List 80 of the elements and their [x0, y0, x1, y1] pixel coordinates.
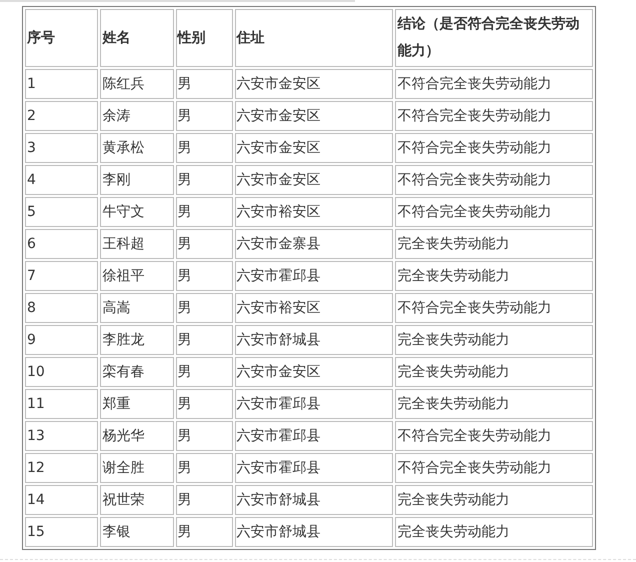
table-cell: 不符合完全丧失劳动能力 — [395, 197, 593, 227]
table-cell: 不符合完全丧失劳动能力 — [395, 133, 593, 163]
table-cell: 2 — [25, 101, 98, 131]
table-cell: 1 — [25, 69, 98, 99]
column-header: 性别 — [176, 9, 233, 67]
table-cell: 男 — [176, 421, 233, 451]
table-cell: 六安市舒城县 — [234, 485, 394, 515]
table-cell: 男 — [176, 325, 233, 355]
table-cell: 六安市霍邱县 — [234, 389, 394, 419]
table-cell: 8 — [25, 293, 98, 323]
table-cell: 12 — [25, 453, 98, 483]
table-cell: 3 — [25, 133, 98, 163]
table-cell: 男 — [176, 389, 233, 419]
column-header: 结论（是否符合完全丧失劳动能力） — [395, 9, 593, 67]
table-cell: 男 — [176, 229, 233, 259]
table-cell: 六安市金安区 — [234, 133, 394, 163]
column-header: 住址 — [234, 9, 394, 67]
table-cell: 六安市舒城县 — [234, 517, 394, 547]
table-cell: 陈红兵 — [100, 69, 174, 99]
table-cell: 牛守文 — [100, 197, 174, 227]
table-cell: 李胜龙 — [100, 325, 174, 355]
table-cell: 不符合完全丧失劳动能力 — [395, 293, 593, 323]
table-cell: 完全丧失劳动能力 — [395, 389, 593, 419]
table-cell: 六安市金寨县 — [234, 229, 394, 259]
table-cell: 男 — [176, 517, 233, 547]
table-cell: 男 — [176, 261, 233, 291]
table-cell: 不符合完全丧失劳动能力 — [395, 421, 593, 451]
table-cell: 六安市金安区 — [234, 101, 394, 131]
table-cell: 男 — [176, 453, 233, 483]
table-cell: 11 — [25, 389, 98, 419]
table-cell: 10 — [25, 357, 98, 387]
table-cell: 李刚 — [100, 165, 174, 195]
table-cell: 六安市裕安区 — [234, 197, 394, 227]
table-cell: 祝世荣 — [100, 485, 174, 515]
table-cell: 男 — [176, 357, 233, 387]
table-cell: 男 — [176, 133, 233, 163]
table-cell: 完全丧失劳动能力 — [395, 357, 593, 387]
table-cell: 王科超 — [100, 229, 174, 259]
table-cell: 栾有春 — [100, 357, 174, 387]
table-cell: 不符合完全丧失劳动能力 — [395, 69, 593, 99]
table-cell: 余涛 — [100, 101, 174, 131]
table-cell: 男 — [176, 165, 233, 195]
table-cell: 郑重 — [100, 389, 174, 419]
table-cell: 李银 — [100, 517, 174, 547]
table-cell: 高嵩 — [100, 293, 174, 323]
table-cell: 黄承松 — [100, 133, 174, 163]
table-cell: 徐祖平 — [100, 261, 174, 291]
table-cell: 男 — [176, 293, 233, 323]
table-cell: 六安市霍邱县 — [234, 261, 394, 291]
table-cell: 六安市裕安区 — [234, 293, 394, 323]
table-cell: 男 — [176, 197, 233, 227]
table-cell: 7 — [25, 261, 98, 291]
table-cell: 5 — [25, 197, 98, 227]
table-cell: 六安市金安区 — [234, 357, 394, 387]
column-header: 姓名 — [100, 9, 174, 67]
table-cell: 15 — [25, 517, 98, 547]
table-cell: 六安市霍邱县 — [234, 453, 394, 483]
table-cell: 杨光华 — [100, 421, 174, 451]
table-cell: 完全丧失劳动能力 — [395, 325, 593, 355]
table-cell: 14 — [25, 485, 98, 515]
table-cell: 完全丧失劳动能力 — [395, 517, 593, 547]
table-cell: 男 — [176, 101, 233, 131]
table-cell: 男 — [176, 485, 233, 515]
table-cell: 4 — [25, 165, 98, 195]
table-cell: 完全丧失劳动能力 — [395, 229, 593, 259]
table-cell: 六安市舒城县 — [234, 325, 394, 355]
table-cell: 男 — [176, 69, 233, 99]
table-cell: 9 — [25, 325, 98, 355]
table-cell: 完全丧失劳动能力 — [395, 261, 593, 291]
table-cell: 13 — [25, 421, 98, 451]
table-cell: 完全丧失劳动能力 — [395, 485, 593, 515]
table-cell: 不符合完全丧失劳动能力 — [395, 453, 593, 483]
table-cell: 不符合完全丧失劳动能力 — [395, 101, 593, 131]
table-cell: 六安市霍邱县 — [234, 421, 394, 451]
table-cell: 谢全胜 — [100, 453, 174, 483]
table-cell: 六安市金安区 — [234, 165, 394, 195]
table-cell: 六安市金安区 — [234, 69, 394, 99]
table-cell: 6 — [25, 229, 98, 259]
column-header: 序号 — [25, 9, 98, 67]
table-cell: 不符合完全丧失劳动能力 — [395, 165, 593, 195]
